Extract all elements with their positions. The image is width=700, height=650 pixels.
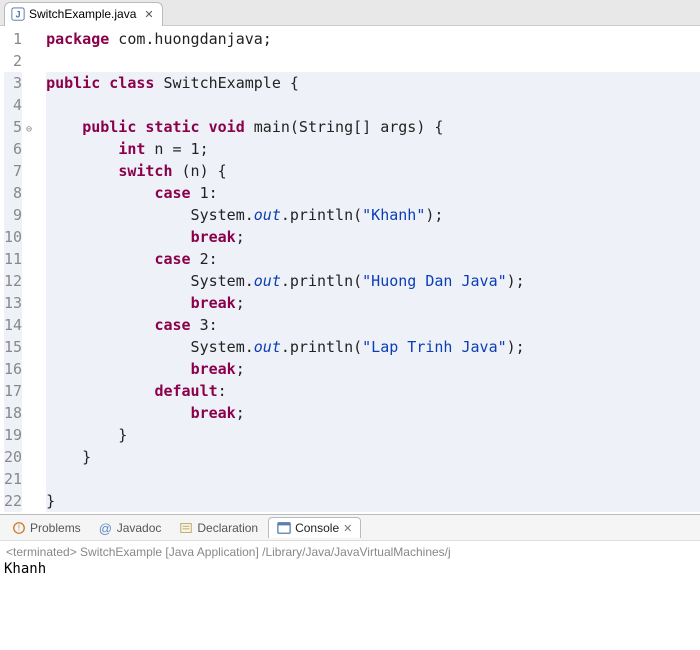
- editor-tab-label: SwitchExample.java: [29, 7, 136, 21]
- line-number: 1: [4, 28, 22, 50]
- close-icon[interactable]: ✕: [343, 522, 352, 535]
- declaration-icon: [179, 521, 193, 535]
- line-number: 2: [4, 50, 22, 72]
- code-line[interactable]: [46, 468, 700, 490]
- line-number: 15: [4, 336, 22, 358]
- line-number: 13: [4, 292, 22, 314]
- line-number: 11: [4, 248, 22, 270]
- code-line[interactable]: break;: [46, 226, 700, 248]
- line-number: 4: [4, 94, 22, 116]
- bottom-panel: ! Problems @ Javadoc Declaration Console ✕ <t…: [0, 514, 700, 650]
- line-number: 9: [4, 204, 22, 226]
- line-number: 6: [4, 138, 22, 160]
- line-number: 16: [4, 358, 22, 380]
- code-line[interactable]: switch (n) {: [46, 160, 700, 182]
- svg-text:J: J: [16, 10, 21, 20]
- editor-tab-bar: J SwitchExample.java ✕: [0, 0, 700, 26]
- code-line[interactable]: System.out.println("Khanh");: [46, 204, 700, 226]
- line-number: 20: [4, 446, 22, 468]
- problems-icon: !: [12, 521, 26, 535]
- view-tab-label: Console: [295, 521, 339, 535]
- line-number: 18: [4, 402, 22, 424]
- fold-icon[interactable]: ⊖: [26, 119, 32, 141]
- line-number-gutter: 12345⊖678910111213141516171819202122: [0, 26, 28, 514]
- line-number: 17: [4, 380, 22, 402]
- javadoc-icon: @: [99, 521, 113, 535]
- code-line[interactable]: [46, 94, 700, 116]
- console-status: <terminated> SwitchExample [Java Applica…: [0, 541, 700, 559]
- code-line[interactable]: break;: [46, 358, 700, 380]
- line-number: 7: [4, 160, 22, 182]
- line-number: 12: [4, 270, 22, 292]
- code-line[interactable]: break;: [46, 292, 700, 314]
- line-number: 14: [4, 314, 22, 336]
- line-number: 3: [4, 72, 22, 94]
- line-number: 5⊖: [4, 116, 22, 138]
- line-number: 22: [4, 490, 22, 512]
- code-line[interactable]: public static void main(String[] args) {: [46, 116, 700, 138]
- code-line[interactable]: }: [46, 446, 700, 468]
- view-tab-problems[interactable]: ! Problems: [4, 518, 89, 538]
- code-line[interactable]: System.out.println("Lap Trinh Java");: [46, 336, 700, 358]
- line-number: 8: [4, 182, 22, 204]
- view-tab-label: Declaration: [197, 521, 258, 535]
- close-icon[interactable]: ✕: [144, 8, 153, 21]
- code-line[interactable]: System.out.println("Huong Dan Java");: [46, 270, 700, 292]
- code-line[interactable]: case 1:: [46, 182, 700, 204]
- code-editor[interactable]: 12345⊖678910111213141516171819202122 pac…: [0, 26, 700, 514]
- code-line[interactable]: case 2:: [46, 248, 700, 270]
- line-number: 21: [4, 468, 22, 490]
- code-line[interactable]: }: [46, 490, 700, 512]
- console-output: Khanh: [0, 559, 700, 583]
- code-line[interactable]: break;: [46, 402, 700, 424]
- code-line[interactable]: int n = 1;: [46, 138, 700, 160]
- view-tab-label: Javadoc: [117, 521, 162, 535]
- line-number: 10: [4, 226, 22, 248]
- view-tab-javadoc[interactable]: @ Javadoc: [91, 518, 170, 538]
- code-line[interactable]: case 3:: [46, 314, 700, 336]
- code-line[interactable]: public class SwitchExample {: [46, 72, 700, 94]
- editor-tab[interactable]: J SwitchExample.java ✕: [4, 2, 163, 26]
- code-content[interactable]: package com.huongdanjava; public class S…: [28, 26, 700, 514]
- code-line[interactable]: [46, 50, 700, 72]
- console-icon: [277, 521, 291, 535]
- line-number: 19: [4, 424, 22, 446]
- code-line[interactable]: }: [46, 424, 700, 446]
- views-tab-bar: ! Problems @ Javadoc Declaration Console ✕: [0, 515, 700, 541]
- view-tab-declaration[interactable]: Declaration: [171, 518, 266, 538]
- view-tab-console[interactable]: Console ✕: [268, 517, 361, 538]
- code-line[interactable]: package com.huongdanjava;: [46, 28, 700, 50]
- code-line[interactable]: default:: [46, 380, 700, 402]
- java-file-icon: J: [11, 7, 25, 21]
- view-tab-label: Problems: [30, 521, 81, 535]
- svg-text:!: !: [18, 523, 20, 532]
